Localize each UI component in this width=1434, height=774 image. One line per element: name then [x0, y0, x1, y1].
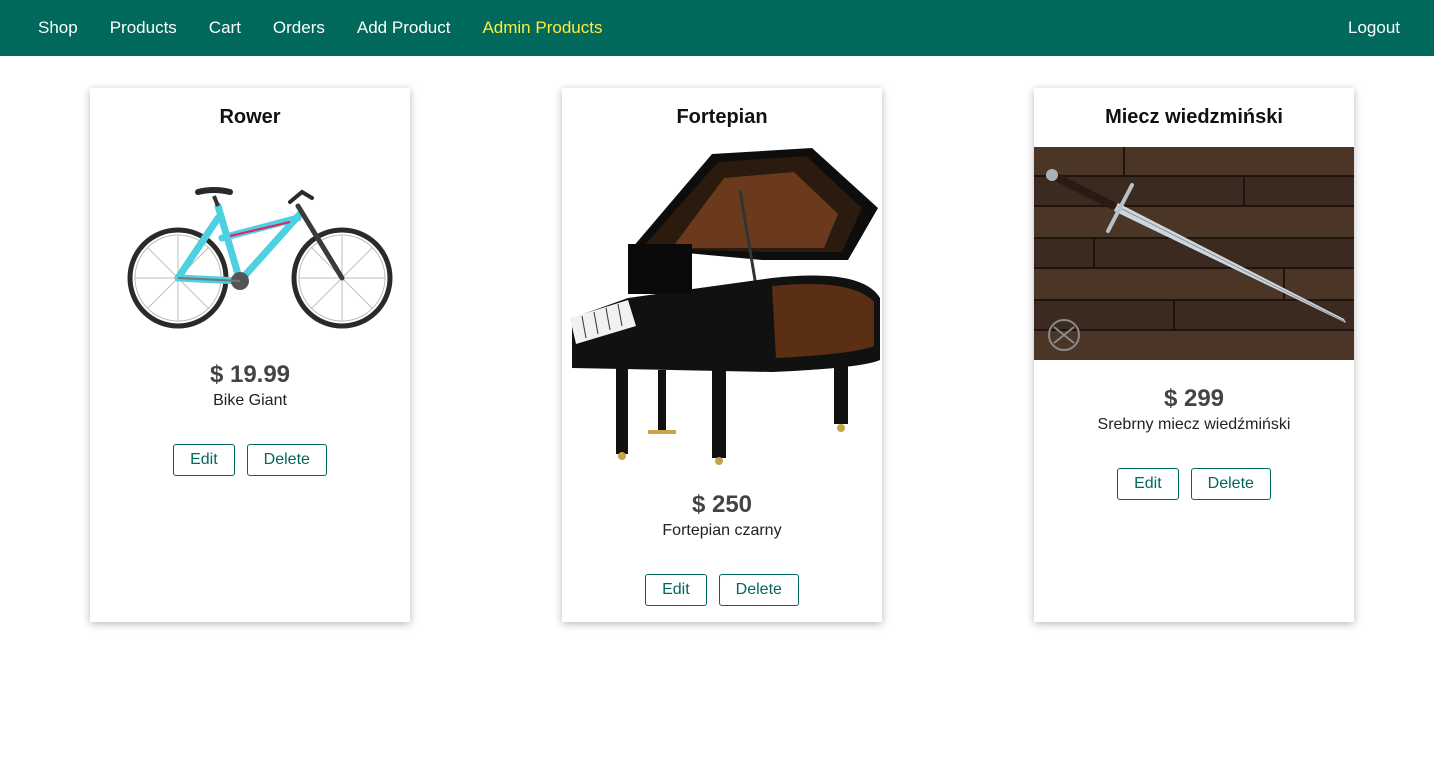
- nav-add-product[interactable]: Add Product: [357, 18, 451, 38]
- nav-admin-products[interactable]: Admin Products: [482, 18, 602, 38]
- grand-piano-image: [562, 148, 882, 468]
- edit-button[interactable]: Edit: [645, 574, 707, 606]
- product-price: $ 250: [691, 491, 753, 518]
- product-description: Srebrny miecz wiedźmiński: [1097, 416, 1291, 433]
- product-card-rower: Rower $ 19.99 Bike Giant Edit Delete: [90, 88, 410, 622]
- delete-button[interactable]: Delete: [246, 444, 327, 476]
- product-title: Rower: [219, 106, 281, 128]
- sword-image: [1034, 147, 1354, 360]
- bicycle-image: [90, 156, 410, 346]
- edit-button[interactable]: Edit: [173, 444, 235, 476]
- product-title: Miecz wiedzmiński: [1105, 106, 1283, 128]
- logout-button[interactable]: Logout: [1348, 18, 1400, 38]
- product-description: Fortepian czarny: [662, 522, 782, 539]
- nav-right: Logout: [1348, 0, 1400, 56]
- product-card-fortepian: Fortepian $ 250 Fortepian czarny Edit De…: [562, 88, 882, 622]
- delete-button[interactable]: Delete: [718, 574, 799, 606]
- edit-button[interactable]: Edit: [1117, 468, 1179, 500]
- nav-products[interactable]: Products: [110, 18, 177, 38]
- product-actions: Edit Delete: [90, 444, 410, 476]
- delete-button[interactable]: Delete: [1190, 468, 1271, 500]
- nav-orders[interactable]: Orders: [273, 18, 325, 38]
- product-price: $ 19.99: [209, 361, 291, 388]
- product-title: Fortepian: [676, 106, 768, 128]
- product-actions: Edit Delete: [1034, 468, 1354, 500]
- product-description: Bike Giant: [213, 392, 287, 409]
- product-price: $ 299: [1163, 385, 1225, 412]
- product-actions: Edit Delete: [562, 574, 882, 606]
- main-nav: Shop Products Cart Orders Add Product Ad…: [38, 0, 634, 56]
- nav-shop[interactable]: Shop: [38, 18, 78, 38]
- main-header: Shop Products Cart Orders Add Product Ad…: [0, 0, 1434, 56]
- product-card-miecz: Miecz wiedzmiński $ 299 Srebrny miecz wi…: [1034, 88, 1354, 622]
- nav-cart[interactable]: Cart: [209, 18, 241, 38]
